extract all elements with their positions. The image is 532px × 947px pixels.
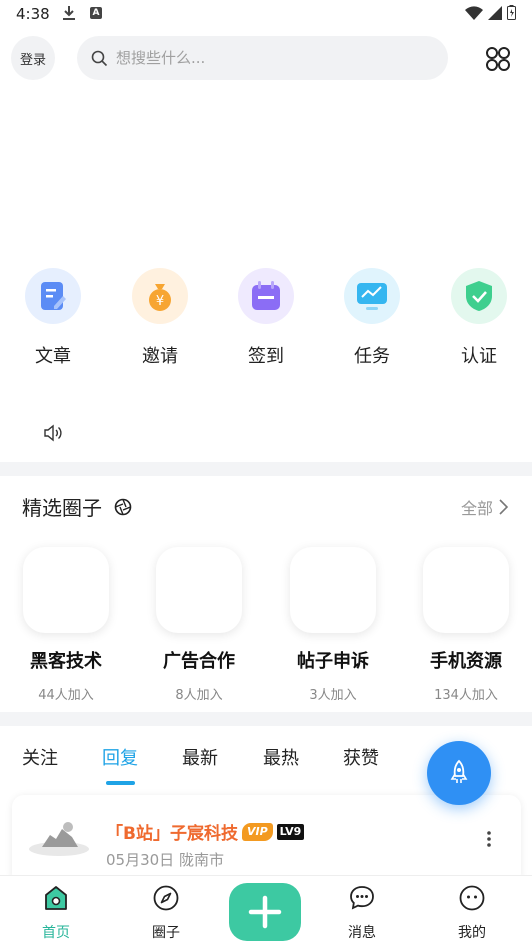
nav-label: 消息 (348, 925, 376, 941)
circle-item[interactable]: 帖子申诉 3人加入 (278, 547, 388, 703)
tab-follow[interactable]: 关注 (22, 744, 58, 770)
circle-thumbnail (290, 547, 376, 633)
bottom-nav: 首页 圈子 消息 我的 (0, 875, 532, 947)
circle-member-count: 44人加入 (38, 688, 94, 703)
circle-thumbnail (23, 547, 109, 633)
avatar[interactable] (28, 817, 90, 857)
app-notification-icon: A (90, 7, 102, 19)
tab-hottest[interactable]: 最热 (263, 744, 299, 770)
action-checkin[interactable]: 签到 (221, 268, 311, 368)
money-bag-icon: ¥ (132, 268, 188, 324)
author-name: 「B站」子宸科技 (106, 824, 238, 844)
compass-icon (153, 885, 179, 911)
active-tab-indicator (106, 781, 135, 785)
nav-messages[interactable]: 消息 (327, 884, 397, 942)
vip-badge: VIP (241, 822, 273, 841)
section-divider (0, 712, 532, 726)
action-article[interactable]: 文章 (8, 268, 98, 368)
monitor-chart-icon (344, 268, 400, 324)
action-label: 任务 (354, 346, 390, 367)
post-card[interactable]: 「B站」子宸科技 VIP LV9 05月30日 陇南市 (12, 795, 521, 885)
profile-face-icon (459, 885, 485, 911)
search-icon (91, 50, 108, 66)
level-badge: LV9 (276, 823, 305, 840)
circle-item[interactable]: 黑客技术 44人加入 (11, 547, 121, 703)
circle-name: 黑客技术 (30, 651, 102, 672)
more-options-icon[interactable] (487, 831, 491, 847)
battery-icon (507, 5, 516, 20)
tab-liked[interactable]: 获赞 (343, 744, 379, 770)
circle-name: 广告合作 (163, 651, 235, 672)
apps-grid-icon[interactable] (484, 45, 512, 73)
section-divider (0, 462, 532, 476)
circle-member-count: 3人加入 (309, 688, 357, 703)
tab-reply[interactable]: 回复 (102, 744, 138, 770)
circle-name: 帖子申诉 (297, 651, 369, 672)
action-verify[interactable]: 认证 (434, 268, 524, 368)
rocket-button[interactable] (427, 741, 491, 805)
section-title-text: 精选圈子 (22, 496, 102, 520)
tab-latest[interactable]: 最新 (182, 744, 218, 770)
post-meta: 05月30日 陇南市 (106, 851, 224, 869)
signal-icon (488, 5, 502, 20)
shield-check-icon (451, 268, 507, 324)
action-task[interactable]: 任务 (327, 268, 417, 368)
quick-actions: 文章 ¥ 邀请 签到 任务 认证 (0, 268, 532, 378)
action-invite[interactable]: ¥ 邀请 (115, 268, 205, 368)
status-bar: 4:38 A (0, 0, 532, 30)
speaker-icon[interactable] (43, 424, 63, 442)
plus-icon (248, 895, 282, 929)
circle-name: 手机资源 (430, 651, 502, 672)
status-time: 4:38 (16, 5, 50, 23)
action-label: 认证 (461, 346, 497, 367)
edit-document-icon (25, 268, 81, 324)
section-title: 精选圈子 (22, 492, 132, 521)
nav-label: 首页 (42, 925, 70, 941)
svg-text:¥: ¥ (156, 294, 164, 309)
post-author[interactable]: 「B站」子宸科技 VIP LV9 (106, 819, 305, 844)
calendar-icon (238, 268, 294, 324)
status-indicators (465, 5, 516, 20)
action-label: 签到 (248, 346, 284, 367)
login-button[interactable]: 登录 (11, 36, 55, 80)
chevron-right-icon (499, 499, 508, 515)
aperture-icon (114, 498, 132, 515)
search-input[interactable] (116, 49, 416, 67)
all-circles-link[interactable]: 全部 (461, 495, 508, 519)
action-label: 文章 (35, 346, 71, 367)
nav-home[interactable]: 首页 (21, 884, 91, 942)
search-bar[interactable] (77, 36, 448, 80)
nav-label: 我的 (458, 925, 486, 941)
circle-thumbnail (156, 547, 242, 633)
rocket-icon (450, 759, 468, 783)
chat-icon (350, 886, 374, 910)
home-icon (45, 886, 67, 910)
circle-member-count: 134人加入 (434, 688, 498, 703)
nav-label: 圈子 (152, 925, 180, 941)
circle-member-count: 8人加入 (175, 688, 223, 703)
action-label: 邀请 (142, 346, 178, 367)
nav-profile[interactable]: 我的 (437, 884, 507, 942)
download-icon (62, 5, 76, 25)
nav-circles[interactable]: 圈子 (131, 884, 201, 942)
circle-thumbnail (423, 547, 509, 633)
circle-item[interactable]: 广告合作 8人加入 (144, 547, 254, 703)
all-circles-label: 全部 (460, 499, 493, 518)
circle-item[interactable]: 手机资源 134人加入 (411, 547, 521, 703)
create-post-button[interactable] (229, 883, 301, 941)
wifi-icon (465, 5, 483, 20)
